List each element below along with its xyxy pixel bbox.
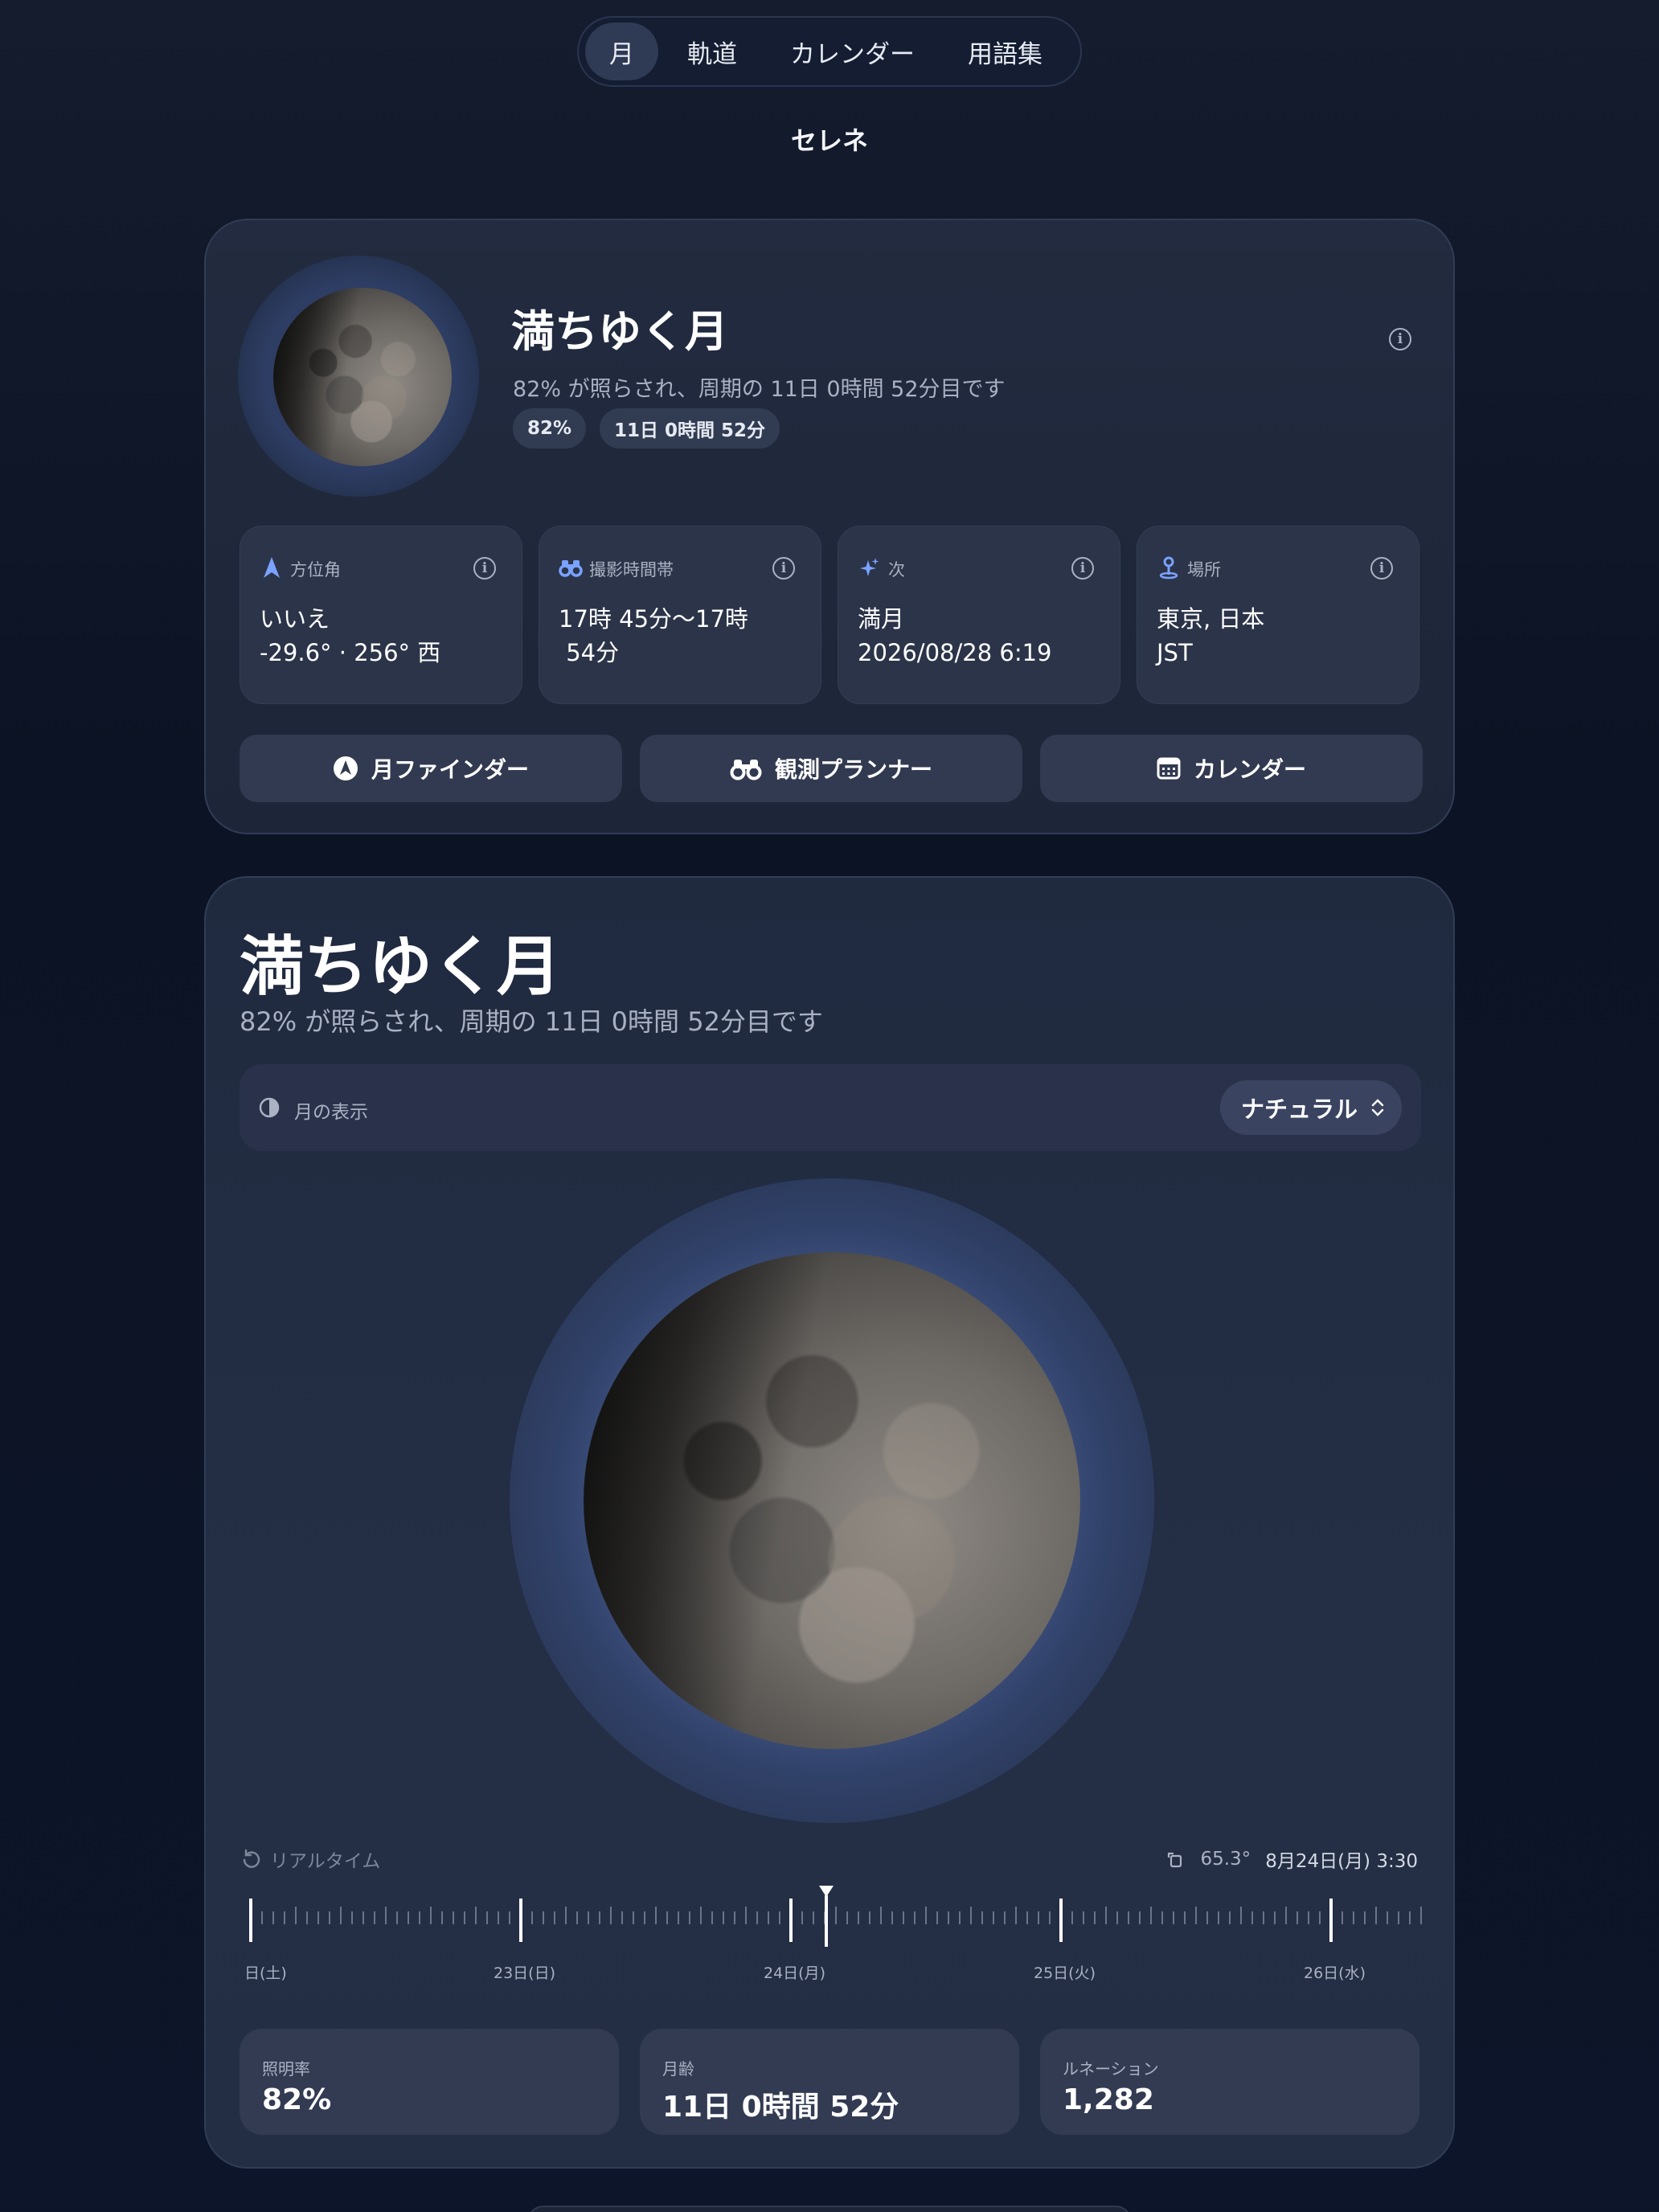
stat-label: ルネーション [1063, 2059, 1159, 2079]
timeline-date-label: 23日(日) [494, 1964, 556, 1982]
app-title: セレネ [790, 125, 868, 156]
moon-finder-button[interactable]: 月ファインダー [240, 735, 622, 802]
stat-value: 82% [262, 2083, 332, 2116]
location-pin-icon [1159, 556, 1178, 580]
moon-render[interactable] [584, 1252, 1080, 1749]
contrast-icon [259, 1097, 280, 1118]
tile-value-line2: 2026/08/28 6:19 [858, 639, 1052, 666]
timeline-date-label: 25日(火) [1034, 1964, 1096, 1982]
tile-value: いいえ -29.6° · 256° 西 [260, 602, 440, 670]
illumination-pill: 82% [513, 408, 587, 449]
info-icon[interactable]: i [1389, 328, 1411, 350]
realtime-label: リアルタイム [270, 1851, 381, 1872]
selected-datetime: 8月24日(月) 3:30 [1265, 1851, 1418, 1872]
calendar-button[interactable]: カレンダー [1040, 735, 1423, 802]
calendar-icon [1157, 757, 1181, 780]
tile-value-line1: いいえ [260, 605, 330, 633]
display-label: 月の表示 [294, 1102, 368, 1123]
detail-subtitle: 82% が照らされ、周期の 11日 0時間 52分目です [240, 1006, 823, 1037]
tile-value: 満月 2026/08/28 6:19 [858, 602, 1052, 670]
display-mode-value: ナチュラル [1241, 1096, 1358, 1123]
tile-azimuth[interactable]: 方位角 i いいえ -29.6° · 256° 西 [240, 526, 522, 704]
button-label: 月ファインダー [371, 756, 529, 783]
navigation-arrow-icon [264, 557, 280, 578]
tile-label: 場所 [1187, 560, 1221, 580]
tile-next-phase[interactable]: 次 i 満月 2026/08/28 6:19 [838, 526, 1120, 704]
tile-value-line1: 満月 [858, 605, 905, 633]
stat-value: 1,282 [1063, 2083, 1154, 2116]
reset-icon [243, 1849, 260, 1868]
time-readout: 65.3° 8月24日(月) 3:30 [1166, 1845, 1418, 1873]
moon-thumbnail [273, 288, 452, 466]
tile-label: 撮影時間帯 [589, 560, 674, 580]
stat-lunation: ルネーション 1,282 [1040, 2029, 1419, 2135]
summary-card: 満ちゆく月 82% が照らされ、周期の 11日 0時間 52分目です 82% 1… [204, 219, 1455, 834]
info-icon[interactable]: i [473, 557, 496, 580]
button-label: 観測プランナー [774, 756, 932, 783]
timeline-pointer-icon [819, 1886, 834, 1897]
info-icon[interactable]: i [1071, 557, 1094, 580]
timeline-date-label: 24日(月) [764, 1964, 826, 1982]
tile-value-line2: 54分 [559, 639, 620, 666]
detail-title: 満ちゆく月 [240, 929, 561, 1004]
timeline-date-label: 26日(水) [1304, 1964, 1366, 1982]
age-pill: 11日 0時間 52分 [600, 408, 780, 449]
sparkles-icon [860, 558, 879, 576]
phase-title: 満ちゆく月 [511, 306, 728, 357]
tile-value-line2: JST [1157, 639, 1193, 666]
timeline-scrubber[interactable] [241, 1886, 1422, 1989]
tile-value: 17時 45分〜17時 54分 [559, 602, 748, 670]
phase-subtitle: 82% が照らされ、周期の 11日 0時間 52分目です [513, 377, 1006, 402]
stat-label: 月齢 [662, 2059, 694, 2079]
detail-card: 満ちゆく月 82% が照らされ、周期の 11日 0時間 52分目です 月の表示 … [204, 876, 1455, 2169]
tile-value-line1: 17時 45分〜17時 [559, 605, 748, 633]
tile-value-line2: -29.6° · 256° 西 [260, 639, 441, 666]
tile-value: 東京, 日本 JST [1157, 602, 1264, 670]
realtime-button[interactable]: リアルタイム [241, 1845, 380, 1873]
tab-moon[interactable]: 月 [585, 23, 658, 80]
info-icon[interactable]: i [772, 557, 795, 580]
timeline-date-label: 日(土) [244, 1964, 287, 1982]
binoculars-icon [730, 760, 762, 780]
display-mode-select[interactable]: ナチュラル [1220, 1080, 1402, 1135]
stat-label: 照明率 [262, 2059, 310, 2079]
rotate-icon [1168, 1852, 1182, 1868]
tile-photo-window[interactable]: 撮影時間帯 i 17時 45分〜17時 54分 [539, 526, 821, 704]
stat-moon-age: 月齢 11日 0時間 52分 [640, 2029, 1019, 2135]
compass-icon [333, 756, 358, 780]
tab-calendar[interactable]: カレンダー [766, 23, 939, 80]
moon-display-bar: 月の表示 ナチュラル [240, 1064, 1421, 1151]
tile-label: 次 [888, 560, 905, 580]
tile-location[interactable]: 場所 i 東京, 日本 JST [1137, 526, 1419, 704]
chevron-up-down-icon [1371, 1099, 1384, 1116]
tab-glossary[interactable]: 用語集 [944, 23, 1067, 80]
segmented-nav: 月 軌道 カレンダー 用語集 [577, 16, 1082, 87]
info-icon[interactable]: i [1370, 557, 1393, 580]
observation-planner-button[interactable]: 観測プランナー [640, 735, 1022, 802]
tile-value-line1: 東京, 日本 [1157, 605, 1265, 633]
stat-illumination: 照明率 82% [240, 2029, 619, 2135]
button-label: カレンダー [1193, 756, 1306, 783]
tab-orbit[interactable]: 軌道 [663, 23, 761, 80]
stat-value: 11日 0時間 52分 [662, 2091, 899, 2124]
binoculars-icon [559, 560, 583, 577]
rotation-value: 65.3° [1200, 1849, 1251, 1870]
tile-label: 方位角 [290, 560, 341, 580]
next-card-peek [527, 2206, 1132, 2212]
